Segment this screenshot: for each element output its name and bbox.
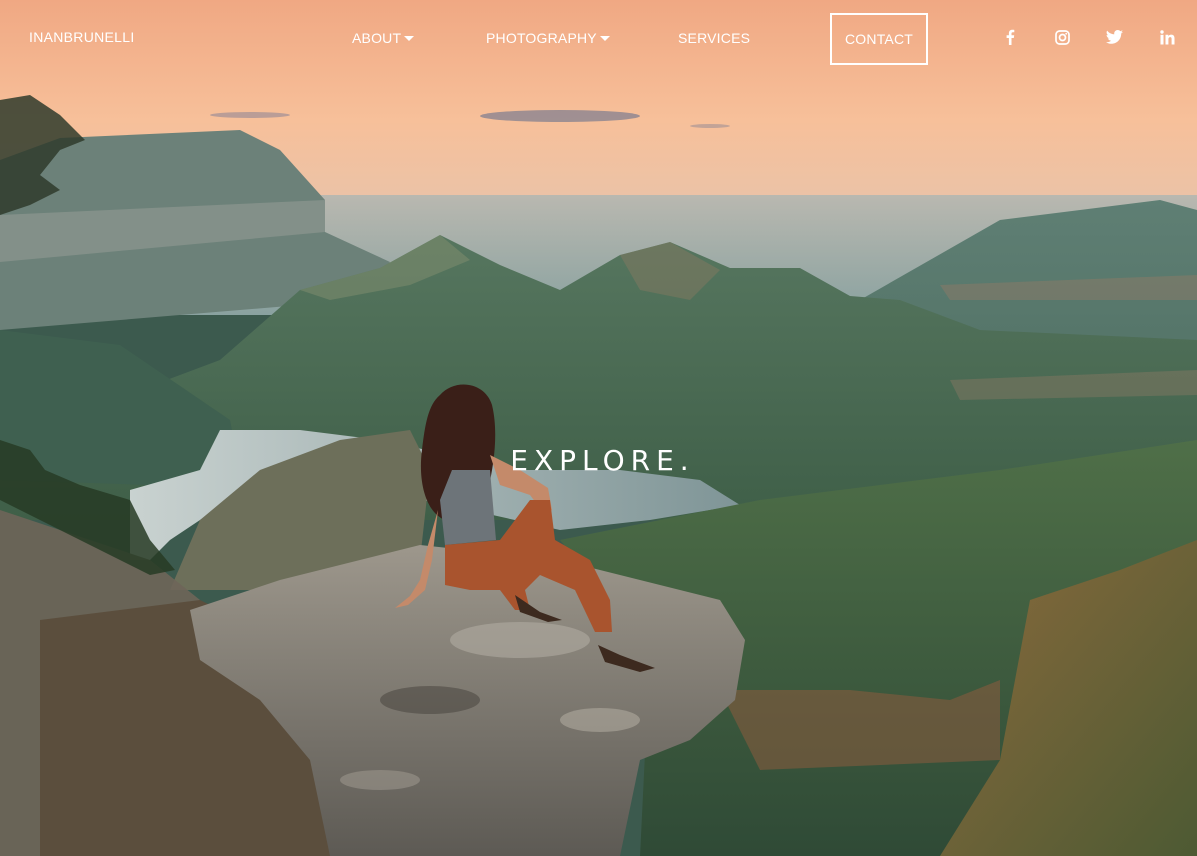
nav-item-services[interactable]: SERVICES — [678, 30, 750, 46]
facebook-icon[interactable] — [1001, 28, 1019, 46]
caret-down-icon — [404, 36, 415, 41]
linkedin-icon[interactable] — [1158, 28, 1176, 46]
nav-item-label: SERVICES — [678, 30, 751, 46]
top-navbar: INANBRUNELLI ABOUT PHOTOGRAPHY SERVICES … — [0, 0, 1197, 80]
contact-button[interactable]: CONTACT — [830, 13, 928, 65]
hero-title: EXPLORE. — [510, 444, 695, 477]
brand-logo[interactable]: INANBRUNELLI — [29, 29, 135, 45]
hero-section: INANBRUNELLI ABOUT PHOTOGRAPHY SERVICES … — [0, 0, 1197, 856]
nav-item-label: PHOTOGRAPHY — [486, 30, 597, 46]
caret-down-icon — [599, 36, 610, 41]
nav-item-about[interactable]: ABOUT — [352, 30, 415, 46]
nav-item-photography[interactable]: PHOTOGRAPHY — [486, 30, 610, 46]
nav-item-label: ABOUT — [352, 30, 402, 46]
instagram-icon[interactable] — [1053, 28, 1071, 46]
twitter-icon[interactable] — [1105, 28, 1123, 46]
hero-background-image — [0, 0, 1197, 856]
